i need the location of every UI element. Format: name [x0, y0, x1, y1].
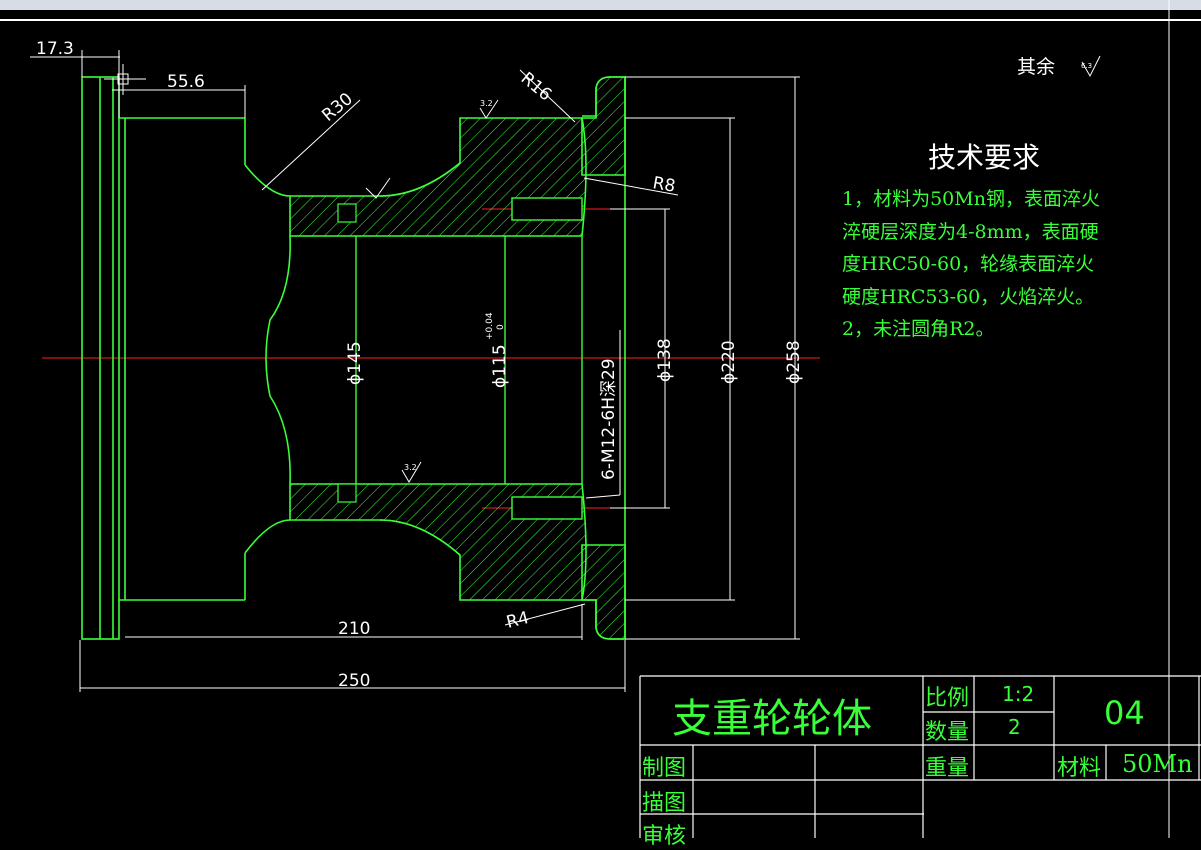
checked-by-label: 审核 [642, 824, 687, 849]
weight-label: 重量 [925, 756, 970, 781]
material-label: 材料 [1057, 756, 1102, 781]
scale-label: 比例 [925, 686, 970, 711]
dim-phi-138: ϕ138 [655, 338, 675, 382]
scale-value: 1:2 [1002, 682, 1035, 706]
drawing-number: 04 [1104, 694, 1145, 732]
dim-phi-258: ϕ258 [784, 340, 804, 384]
dim-thread: 6-M12-6H深29 [599, 358, 619, 480]
roughness-value-top: 3.2 [480, 99, 493, 108]
dim-phi-145: ϕ145 [345, 341, 365, 385]
svg-text:6.3: 6.3 [1081, 62, 1092, 70]
dim-210: 210 [338, 619, 370, 639]
drawn-by-label: 制图 [642, 756, 687, 781]
tech-requirement-line: 淬硬层深度为4-8mm，表面硬 [842, 220, 1099, 243]
qty-value: 2 [1008, 715, 1021, 739]
qty-label: 数量 [925, 720, 970, 745]
remark-label: 其余 [1017, 56, 1056, 78]
dimension-lines [30, 50, 800, 692]
dim-r8: R8 [651, 173, 677, 197]
dim-17-3: 17.3 [36, 39, 74, 59]
tech-requirement-line: 2，未注圆角R2。 [842, 318, 995, 340]
dim-phi-220: ϕ220 [719, 340, 739, 384]
dim-r4: R4 [504, 608, 531, 633]
tech-requirements-title: 技术要求 [928, 141, 1041, 174]
dim-r30: R30 [318, 89, 356, 126]
cad-drawing[interactable]: 17.3 55.6 R30 R16 R8 R4 210 250 ϕ145 ϕ11… [0, 0, 1201, 838]
remark-roughness-icon: 6.3 [1081, 55, 1101, 78]
tech-requirement-line: 1，材料为50Mn钢，表面淬火 [842, 188, 1100, 210]
part-name: 支重轮轮体 [672, 696, 872, 742]
material-value: 50Mn [1122, 750, 1193, 778]
dim-phi-115-tol-upper: +0.04 [485, 312, 495, 340]
section-hatch-bottom [289, 483, 626, 640]
dim-r16: R16 [517, 69, 555, 106]
dimension-text: 17.3 55.6 R30 R16 R8 R4 210 250 ϕ145 ϕ11… [36, 39, 804, 691]
tech-requirement-line: 硬度HRC53-60，火焰淬火。 [842, 285, 1095, 308]
dim-250: 250 [338, 671, 370, 691]
tech-requirements-body: 1，材料为50Mn钢，表面淬火 淬硬层深度为4-8mm，表面硬 度HRC50-6… [842, 183, 1182, 346]
dim-phi-115-tol-lower: 0 [496, 324, 506, 330]
dim-55-6: 55.6 [167, 72, 205, 92]
traced-by-label: 描图 [642, 791, 687, 816]
dim-phi-115: ϕ115 [490, 344, 510, 388]
tech-requirement-line: 度HRC50-60，轮缘表面淬火 [842, 253, 1095, 275]
roughness-value-bottom: 3.2 [404, 463, 417, 472]
